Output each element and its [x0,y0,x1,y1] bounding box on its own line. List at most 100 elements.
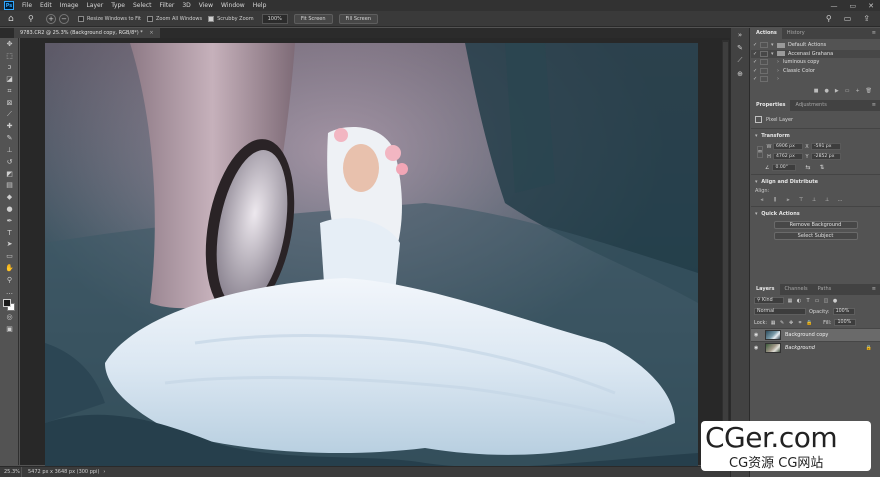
action-row[interactable]: ✓ › luminous copy [751,58,880,67]
dialog-toggle-icon[interactable] [760,67,768,74]
check-icon[interactable]: ✓ [751,42,760,48]
menu-edit[interactable]: Edit [36,2,56,9]
close-tab-icon[interactable]: × [149,30,153,36]
eyedropper-tool-icon[interactable]: ⟋ [0,109,19,121]
screen-mode-icon[interactable]: ▣ [0,323,19,335]
clone-source-icon[interactable]: ⊕ [731,67,749,80]
type-tool-icon[interactable]: T [0,227,19,239]
home-icon[interactable]: ⌂ [8,14,20,24]
lock-artboard-icon[interactable]: ⌗ [797,320,803,326]
foreground-color-swatch[interactable] [3,298,11,307]
filter-type-icon[interactable]: T [805,298,811,304]
frame-tool-icon[interactable]: ⊠ [0,97,19,109]
check-icon[interactable]: ✓ [751,76,760,82]
tab-layers[interactable]: Layers [751,284,780,295]
filter-kind-select[interactable]: ⚲ Kind [754,297,784,304]
menu-image[interactable]: Image [56,2,83,9]
check-icon[interactable]: ✓ [751,51,760,57]
menu-help[interactable]: Help [249,2,271,9]
maximize-icon[interactable]: ▭ [850,2,857,10]
action-row[interactable]: ✓ › [751,75,880,84]
new-set-icon[interactable]: ▭ [845,88,850,96]
path-selection-tool-icon[interactable]: ➤ [0,239,19,251]
select-subject-button[interactable]: Select Subject [773,232,858,240]
eraser-tool-icon[interactable]: ◩ [0,168,19,180]
brush-settings-icon[interactable]: ✎ [731,41,749,54]
marquee-tool-icon[interactable]: ⬚ [0,50,19,62]
tab-actions[interactable]: Actions [751,28,782,39]
panel-collapse-toggle-icon[interactable]: » [731,28,749,41]
share-icon[interactable]: ⇪ [863,14,870,23]
align-top-icon[interactable]: ⊤ [798,197,804,203]
remove-background-button[interactable]: Remove Background [773,221,858,229]
lock-position-icon[interactable]: ✥ [788,320,794,326]
blur-tool-icon[interactable]: ◆ [0,191,19,203]
zoom-tool-icon[interactable]: ⚲ [0,274,19,286]
flip-horizontal-icon[interactable]: ⇆ [805,164,810,171]
align-section-header[interactable]: ▾ Align and Distribute [751,174,880,187]
object-selection-tool-icon[interactable]: ◪ [0,73,19,85]
fill-field[interactable]: 100% [834,319,857,326]
flip-vertical-icon[interactable]: ⇅ [820,164,825,171]
status-zoom[interactable]: 25.3% [0,467,22,477]
dodge-tool-icon[interactable]: ● [0,203,19,215]
menu-3d[interactable]: 3D [178,2,194,9]
layer-name[interactable]: Background copy [785,332,828,338]
x-field[interactable]: -591 px [811,143,841,150]
filter-smart-object-icon[interactable]: ◫ [823,298,829,304]
move-tool-icon[interactable]: ✥ [0,38,19,50]
layer-row[interactable]: ◉ Background 🔒 [751,341,880,354]
stop-icon[interactable]: ■ [814,88,819,96]
opacity-field[interactable]: 100% [832,308,855,315]
tab-adjustments[interactable]: Adjustments [790,100,831,111]
dialog-toggle-icon[interactable] [760,76,768,83]
panel-menu-icon[interactable]: ≡ [872,100,880,111]
blend-mode-select[interactable]: Normal [754,308,806,315]
tab-channels[interactable]: Channels [780,284,813,295]
menu-layer[interactable]: Layer [82,2,107,9]
align-center-h-icon[interactable]: ⫼ [772,197,778,203]
eye-icon[interactable]: ◉ [754,345,762,351]
align-right-icon[interactable]: ⫸ [785,197,791,203]
menu-type[interactable]: Type [107,2,129,9]
filter-shape-icon[interactable]: ▭ [814,298,820,304]
layer-row[interactable]: ◉ Background copy [751,328,880,341]
dialog-toggle-icon[interactable] [760,42,768,49]
tab-properties[interactable]: Properties [751,100,791,111]
menu-filter[interactable]: Filter [156,2,179,9]
tab-history[interactable]: History [782,28,810,39]
action-row[interactable]: ✓ › Classic Color [751,67,880,76]
panel-menu-icon[interactable]: ≡ [872,284,880,295]
zoom-value-field[interactable]: 100% [261,13,288,24]
delete-icon[interactable]: 🗑 [866,88,872,96]
panel-menu-icon[interactable]: ≡ [872,28,880,39]
y-field[interactable]: -2852 px [811,153,841,160]
quick-mask-icon[interactable]: ◎ [0,312,19,324]
brush-tool-icon[interactable]: ✎ [0,132,19,144]
height-field[interactable]: 4762 px [773,153,803,160]
zoom-tool-icon[interactable]: ⚲ [28,14,40,24]
align-bottom-icon[interactable]: ⊥ [824,197,830,203]
layer-name[interactable]: Background [785,345,815,351]
tab-paths[interactable]: Paths [813,284,837,295]
width-field[interactable]: 6906 px [773,143,803,150]
zoom-in-icon[interactable]: + [46,13,56,24]
lasso-tool-icon[interactable]: ↄ [0,62,19,74]
fit-screen-button[interactable]: Fit Screen [293,13,333,24]
filter-pixel-icon[interactable]: ▦ [787,298,793,304]
shape-tool-icon[interactable]: ▭ [0,250,19,262]
rotation-field[interactable]: 0.00° [772,164,797,171]
link-icon[interactable]: ∞ [757,145,763,158]
search-icon[interactable]: ⚲ [826,14,832,23]
scrollbar-thumb[interactable] [723,42,728,462]
close-icon[interactable]: ✕ [868,2,874,10]
transform-section-header[interactable]: ▾ Transform [751,128,880,141]
action-row[interactable]: ✓ ▾ Default Actions [751,41,880,50]
lock-all-icon[interactable]: 🔒 [806,320,812,326]
dialog-toggle-icon[interactable] [760,59,768,66]
hand-tool-icon[interactable]: ✋ [0,262,19,274]
gradient-tool-icon[interactable]: ▤ [0,180,19,192]
color-swatches[interactable] [0,298,19,312]
menu-select[interactable]: Select [129,2,156,9]
minimize-icon[interactable]: — [831,2,838,10]
